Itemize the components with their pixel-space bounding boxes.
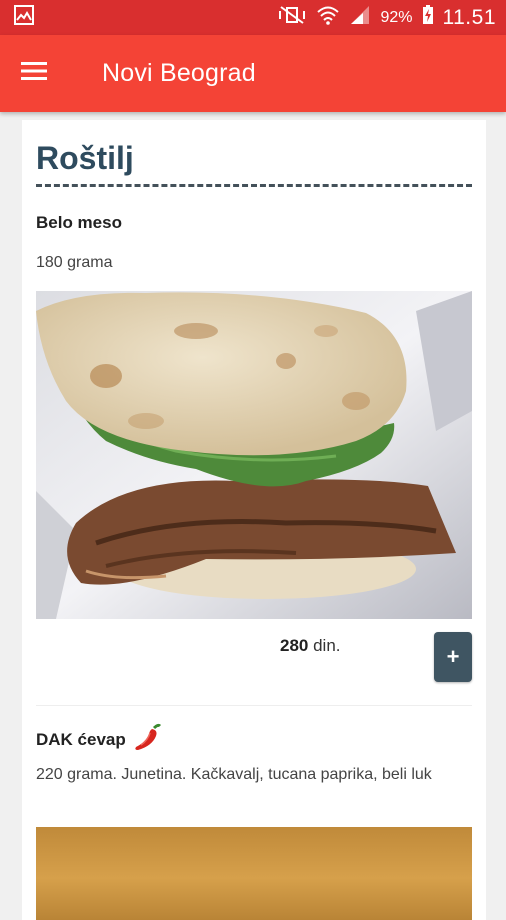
status-bar: 92% 11.51 bbox=[0, 0, 506, 35]
price-value: 280 bbox=[280, 636, 309, 655]
item-description: 220 grama. Junetina. Kačkavalj, tucana p… bbox=[36, 766, 432, 783]
section-divider bbox=[36, 184, 472, 187]
item-photo[interactable] bbox=[36, 827, 472, 920]
item-name: DAK ćevap bbox=[36, 729, 126, 749]
cell-signal-icon bbox=[349, 5, 371, 30]
app-title: Novi Beograd bbox=[102, 59, 256, 87]
gallery-notification-icon bbox=[14, 5, 34, 30]
add-to-cart-button[interactable]: + bbox=[434, 632, 472, 682]
item-name-row: DAK ćevap bbox=[36, 722, 162, 757]
menu-card: Roštilj Belo meso 180 grama 280 din. + D… bbox=[22, 120, 486, 920]
section-title: Roštilj bbox=[36, 140, 134, 176]
item-description: 180 grama bbox=[36, 254, 113, 271]
wifi-icon bbox=[316, 5, 340, 30]
item-price: 280 din. bbox=[280, 636, 341, 656]
item-divider bbox=[36, 705, 472, 706]
chili-pepper-icon bbox=[132, 722, 162, 757]
battery-charging-icon bbox=[422, 5, 434, 30]
clock: 11.51 bbox=[442, 5, 496, 29]
item-name: Belo meso bbox=[36, 213, 122, 232]
battery-percent: 92% bbox=[380, 8, 413, 26]
price-unit: din. bbox=[308, 636, 341, 655]
item-photo[interactable] bbox=[36, 291, 472, 619]
app-bar: Novi Beograd bbox=[0, 35, 506, 112]
sandwich-image bbox=[36, 291, 472, 619]
vibrate-mute-icon bbox=[277, 5, 307, 30]
menu-button[interactable] bbox=[16, 56, 52, 92]
hamburger-menu-icon bbox=[20, 60, 48, 87]
